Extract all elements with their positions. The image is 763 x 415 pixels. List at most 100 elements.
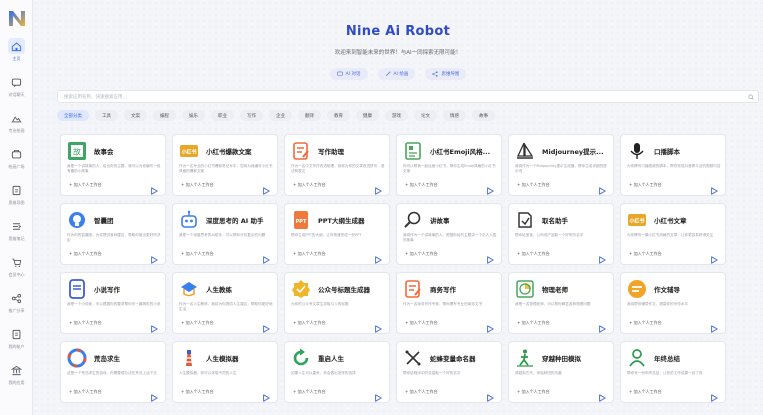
logo-icon[interactable] [6, 8, 28, 28]
add-to-workspace-button[interactable]: + 加入个人工作台 [405, 251, 438, 257]
category-tab-0[interactable]: 全部分类 [57, 110, 89, 121]
app-card[interactable]: 智囊团 作为你的智囊团，为你提供各种建议，帮助你做出更好的决定 + 加入个人工作台 [60, 203, 166, 265]
quick-mindmap-button[interactable]: 思维导图 [425, 68, 467, 80]
add-to-workspace-button[interactable]: + 加入个人工作台 [293, 251, 326, 257]
app-card[interactable]: 写作助理 作为一名中文写作改进助理，我将为你的文章改进拼写、语法和表达 + 加入个人… [284, 134, 390, 196]
add-to-workspace-button[interactable]: + 加入个人工作台 [517, 389, 550, 395]
sidebar-item-9[interactable]: 我的应用 [0, 362, 33, 392]
sidebar-item-6[interactable]: 会员中心 [0, 254, 33, 284]
category-tab-7[interactable]: 企业 [269, 110, 292, 121]
app-card[interactable]: 商务写作 作为一名商务写作专家，帮你撰写专业的商务文书 + 加入个人工作台 [396, 272, 502, 334]
sidebar-item-4[interactable]: 思维导图 [0, 182, 33, 212]
category-tab-10[interactable]: 健康 [356, 110, 379, 121]
app-card[interactable]: 蛇蜂变量命名器 帮你给程序中的变量取一个好的名字 + 加入个人工作台 [396, 341, 502, 403]
open-app-button[interactable] [262, 249, 270, 264]
open-app-button[interactable] [374, 180, 382, 195]
app-card[interactable]: 小说写作 我是一个小说家，可以根据你的要求帮你写一篇精彩的小说 + 加入个人工作台 [60, 272, 166, 334]
add-to-workspace-button[interactable]: + 加入个人工作台 [69, 182, 102, 188]
open-app-button[interactable] [598, 249, 606, 264]
category-tab-5[interactable]: 职业 [211, 110, 234, 121]
app-card[interactable]: 故 故事会 我是一个讲故事的人，给出你的主题，我可以为你编写一段有趣的小故事 + 加入… [60, 134, 166, 196]
category-tab-8[interactable]: 翻译 [298, 110, 321, 121]
app-card[interactable]: 讲故事 我将作为一个讲故事的人，根据你给的主题讲一个引人入胜的故事 + 加入个人工作… [396, 203, 502, 265]
open-app-button[interactable] [150, 249, 158, 264]
app-card[interactable]: 小红书 小红书文章 为你撰写一篇小红书风格的文章，让你更容易获得关注 + 加入个人工作… [620, 203, 726, 265]
sidebar-item-3[interactable]: 绘画广场 [0, 146, 33, 176]
app-card[interactable]: Midjourney提示... 我将作为一个Midjourney提示生成器，帮你生… [508, 134, 614, 196]
sidebar-item-0[interactable]: 主页 [0, 38, 33, 68]
open-app-button[interactable] [598, 318, 606, 333]
app-card[interactable]: 取名助手 帮你给宝宝、公司或产品取一个好听的名字 + 加入个人工作台 [508, 203, 614, 265]
category-tab-6[interactable]: 写作 [240, 110, 263, 121]
app-card[interactable]: 年终总结 帮你写一份年终总结，让你的工作成果一目了然 + 加入个人工作台 [620, 341, 726, 403]
open-app-button[interactable] [486, 249, 494, 264]
add-to-workspace-button[interactable]: + 加入个人工作台 [629, 320, 662, 326]
add-to-workspace-button[interactable]: + 加入个人工作台 [293, 320, 326, 326]
category-tab-3[interactable]: 编程 [153, 110, 176, 121]
sidebar-item-2[interactable]: 专业绘画 [0, 110, 33, 140]
add-to-workspace-button[interactable]: + 加入个人工作台 [69, 251, 102, 257]
app-card[interactable]: 穿越种田模拟 穿越到古代，体验种田的乐趣 + 加入个人工作台 [508, 341, 614, 403]
quick-ai-chat-button[interactable]: AI 对话 [329, 68, 368, 80]
quick-ai-draw-button[interactable]: AI 绘画 [377, 68, 416, 80]
open-app-button[interactable] [598, 387, 606, 402]
add-to-workspace-button[interactable]: + 加入个人工作台 [181, 320, 214, 326]
app-card[interactable]: 荒岛求生 这是一个荒岛求生的游戏，你需要想办法在荒岛上活下去 + 加入个人工作台 [60, 341, 166, 403]
open-app-button[interactable] [486, 318, 494, 333]
add-to-workspace-button[interactable]: + 加入个人工作台 [517, 182, 550, 188]
app-card[interactable]: 人生教练 作为一名人生教练，我将为你提供人生建议，帮助你更好地生活 + 加入个人工作… [172, 272, 278, 334]
category-tab-11[interactable]: 游戏 [385, 110, 408, 121]
open-app-button[interactable] [374, 249, 382, 264]
add-to-workspace-button[interactable]: + 加入个人工作台 [629, 389, 662, 395]
category-tab-9[interactable]: 教育 [327, 110, 350, 121]
sidebar-item-5[interactable]: 思维笔记 [0, 218, 33, 248]
open-app-button[interactable] [262, 318, 270, 333]
open-app-button[interactable] [486, 180, 494, 195]
app-card[interactable]: 重启人生 如果人生可以重来，你会做出怎样的选择 + 加入个人工作台 [284, 341, 390, 403]
add-to-workspace-button[interactable]: + 加入个人工作台 [629, 251, 662, 257]
open-app-button[interactable] [262, 387, 270, 402]
add-to-workspace-button[interactable]: + 加入个人工作台 [629, 182, 662, 188]
open-app-button[interactable] [710, 249, 718, 264]
category-tab-12[interactable]: 论文 [414, 110, 437, 121]
app-card[interactable]: 人生模拟器 人生模拟器，你可以体验不同的人生 + 加入个人工作台 [172, 341, 278, 403]
add-to-workspace-button[interactable]: + 加入个人工作台 [405, 389, 438, 395]
sidebar-item-8[interactable]: 我的账户 [0, 326, 33, 356]
add-to-workspace-button[interactable]: + 加入个人工作台 [181, 251, 214, 257]
add-to-workspace-button[interactable]: + 加入个人工作台 [181, 182, 214, 188]
search-input[interactable]: 搜索应用名称、快速搜索应用... [57, 90, 759, 103]
app-card[interactable]: 小红书 小红书爆款文案 作为一名专业的小红书爆款笔记写手，您将为我编写小红书风格的爆… [172, 134, 278, 196]
app-card[interactable]: 公众号标题生成器 为你的公众号文章生成吸引人的标题 + 加入个人工作台 [284, 272, 390, 334]
add-to-workspace-button[interactable]: + 加入个人工作台 [405, 182, 438, 188]
app-card[interactable]: 作文辅导 我将帮你辅导作文，提高你的写作水平 + 加入个人工作台 [620, 272, 726, 334]
open-app-button[interactable] [262, 180, 270, 195]
open-app-button[interactable] [710, 318, 718, 333]
open-app-button[interactable] [374, 387, 382, 402]
open-app-button[interactable] [150, 180, 158, 195]
add-to-workspace-button[interactable]: + 加入个人工作台 [293, 389, 326, 395]
search-icon[interactable] [748, 94, 754, 100]
app-card[interactable]: PPT PPT大纲生成器 帮你生成PPT的大纲，让你快速完成一份PPT + 加入个人工… [284, 203, 390, 265]
add-to-workspace-button[interactable]: + 加入个人工作台 [517, 320, 550, 326]
add-to-workspace-button[interactable]: + 加入个人工作台 [293, 182, 326, 188]
open-app-button[interactable] [486, 387, 494, 402]
category-tab-2[interactable]: 文案 [124, 110, 147, 121]
open-app-button[interactable] [150, 318, 158, 333]
app-card[interactable]: 物理老师 我是一名物理老师，可以帮你解答各种物理问题 + 加入个人工作台 [508, 272, 614, 334]
category-tab-13[interactable]: 情感 [443, 110, 466, 121]
app-card[interactable]: 深度思考的 AI 助手 我是一个深度思考的AI助手，可以帮你分析复杂的问题 + 加入… [172, 203, 278, 265]
sidebar-item-1[interactable]: 对话聊天 [0, 74, 33, 104]
sidebar-item-7[interactable]: 推广分享 [0, 290, 33, 320]
open-app-button[interactable] [150, 387, 158, 402]
open-app-button[interactable] [710, 387, 718, 402]
app-card[interactable]: 小红书Emoji风格... 你可以帮我一起运营小红书，帮你生成Emoji风格的小红… [396, 134, 502, 196]
add-to-workspace-button[interactable]: + 加入个人工作台 [517, 251, 550, 257]
category-tab-4[interactable]: 娱乐 [182, 110, 205, 121]
app-card[interactable]: 口播脚本 为你撰写口播视频的脚本，帮你完成抖音等平台的视频内容 + 加入个人工作台 [620, 134, 726, 196]
open-app-button[interactable] [598, 180, 606, 195]
add-to-workspace-button[interactable]: + 加入个人工作台 [69, 320, 102, 326]
open-app-button[interactable] [710, 180, 718, 195]
add-to-workspace-button[interactable]: + 加入个人工作台 [405, 320, 438, 326]
add-to-workspace-button[interactable]: + 加入个人工作台 [69, 389, 102, 395]
category-tab-1[interactable]: 工具 [95, 110, 118, 121]
